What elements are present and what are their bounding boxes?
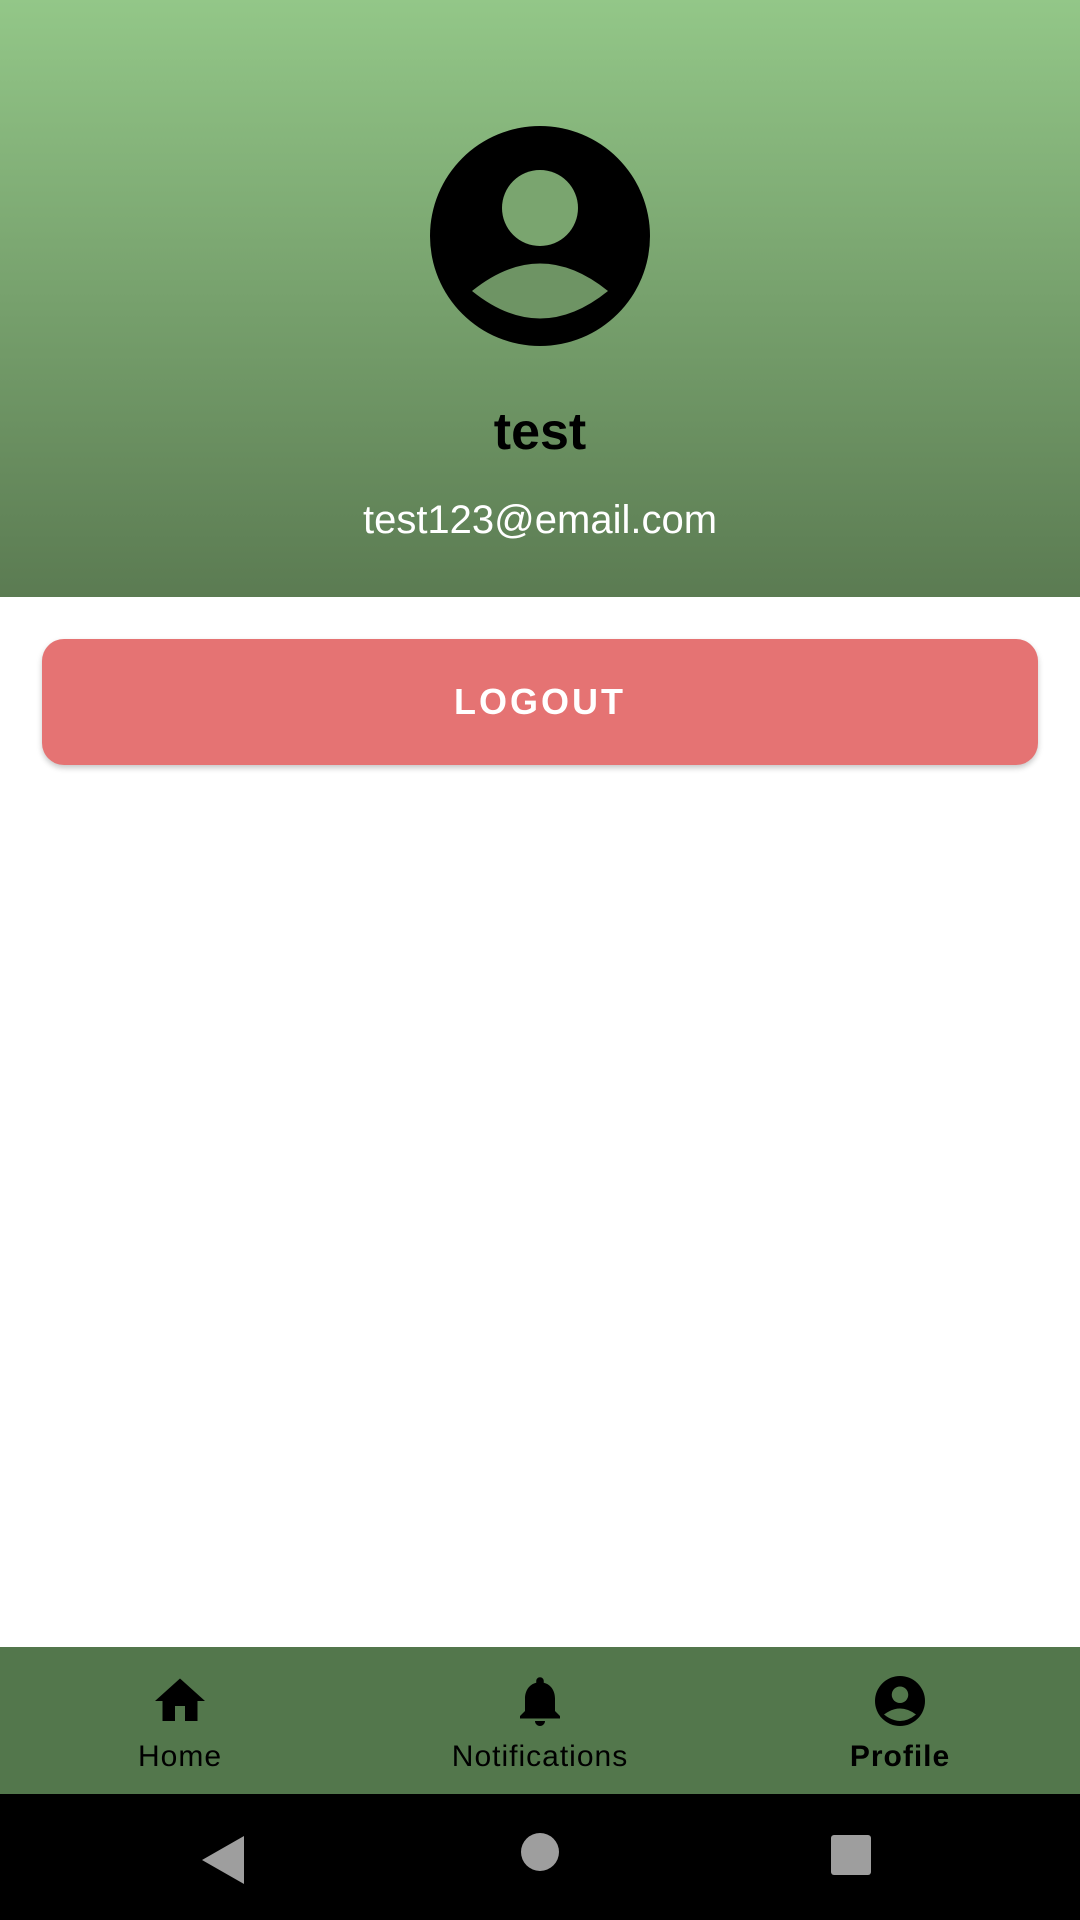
recents-square-icon[interactable] bbox=[830, 1834, 872, 1876]
back-icon[interactable] bbox=[200, 1834, 246, 1886]
home-icon bbox=[150, 1671, 210, 1731]
home-circle-icon[interactable] bbox=[520, 1832, 560, 1872]
system-navigation-bar bbox=[0, 1794, 1080, 1920]
profile-header: test test123@email.com bbox=[0, 0, 1080, 597]
nav-label-home: Home bbox=[137, 1740, 223, 1773]
bell-icon bbox=[510, 1671, 570, 1731]
user-name: test bbox=[493, 403, 587, 461]
nav-label-profile: Profile bbox=[849, 1740, 951, 1773]
nav-item-home[interactable]: Home bbox=[0, 1647, 360, 1794]
account-circle-icon bbox=[870, 1671, 930, 1731]
bottom-navigation-bar: Home Notifications Profile bbox=[0, 1647, 1080, 1794]
avatar-icon bbox=[430, 126, 650, 346]
profile-screen: test test123@email.com LOGOUT Home Notif… bbox=[0, 0, 1080, 1920]
user-email: test123@email.com bbox=[362, 498, 718, 542]
nav-label-notifications: Notifications bbox=[451, 1740, 629, 1773]
nav-item-notifications[interactable]: Notifications bbox=[360, 1647, 720, 1794]
nav-item-profile[interactable]: Profile bbox=[720, 1647, 1080, 1794]
avatar-icon-graphic bbox=[430, 126, 650, 346]
logout-button[interactable]: LOGOUT bbox=[42, 639, 1038, 765]
